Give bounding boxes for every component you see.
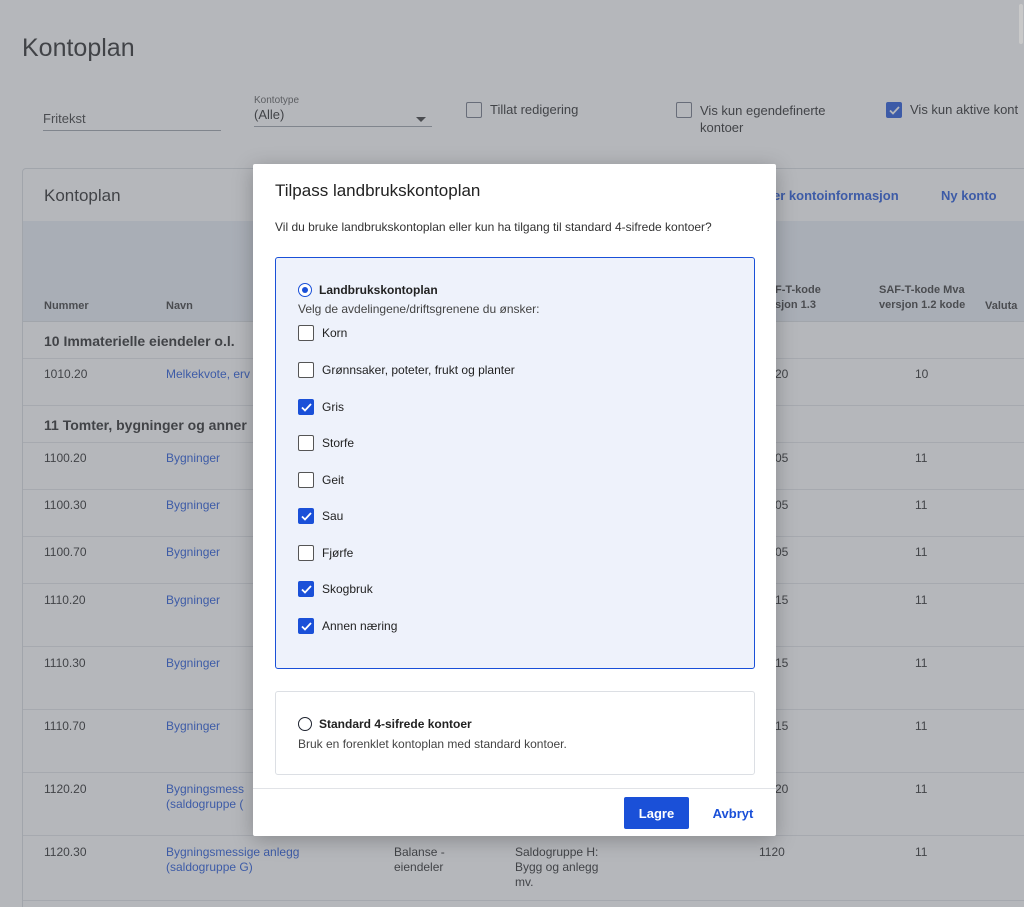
checkbox-label: Grønnsaker, poteter, frukt og planter xyxy=(322,363,515,377)
checkbox-icon xyxy=(298,545,314,561)
checkbox-icon xyxy=(298,435,314,451)
checkbox-label: Korn xyxy=(322,326,348,340)
radio-icon[interactable] xyxy=(298,283,312,297)
landbruk-dialog: Tilpass landbrukskontoplan Vil du bruke … xyxy=(253,164,776,836)
scrollbar-thumb[interactable] xyxy=(1019,4,1023,44)
dialog-description: Vil du bruke landbrukskontoplan eller ku… xyxy=(275,220,712,234)
checkbox-skogbruk[interactable]: Skogbruk xyxy=(298,581,373,597)
checkbox-gronnsaker[interactable]: Grønnsaker, poteter, frukt og planter xyxy=(298,362,515,378)
cancel-button[interactable]: Avbryt xyxy=(703,797,763,829)
checkbox-korn[interactable]: Korn xyxy=(298,325,347,341)
checkbox-icon xyxy=(298,325,314,341)
checkbox-label: Sau xyxy=(322,509,344,523)
option2-subtitle: Bruk en forenklet kontoplan med standard… xyxy=(298,737,567,751)
checkbox-annen-naering[interactable]: Annen næring xyxy=(298,618,397,634)
checkbox-label: Skogbruk xyxy=(322,582,373,596)
checkbox-label: Storfe xyxy=(322,436,355,450)
radio-dot xyxy=(301,286,308,293)
checkbox-label: Geit xyxy=(322,473,345,487)
checkbox-icon xyxy=(298,362,314,378)
option-landbrukskontoplan[interactable]: Landbrukskontoplan Velg de avdelingene/d… xyxy=(275,257,755,669)
check-icon xyxy=(298,508,314,524)
option1-title: Landbrukskontoplan xyxy=(319,283,438,297)
checkbox-icon xyxy=(298,472,314,488)
checkbox-label: Fjørfe xyxy=(322,546,354,560)
checkbox-geit[interactable]: Geit xyxy=(298,472,344,488)
check-icon xyxy=(298,581,314,597)
checkbox-sau[interactable]: Sau xyxy=(298,508,343,524)
checkbox-label: Annen næring xyxy=(322,619,398,633)
save-button[interactable]: Lagre xyxy=(624,797,689,829)
option2-title: Standard 4-sifrede kontoer xyxy=(319,717,472,731)
check-icon xyxy=(298,399,314,415)
dialog-title: Tilpass landbrukskontoplan xyxy=(275,181,481,200)
checkbox-storfe[interactable]: Storfe xyxy=(298,435,354,451)
checkbox-label: Gris xyxy=(322,400,344,414)
option1-subtitle: Velg de avdelingene/driftsgrenene du øns… xyxy=(298,302,540,316)
checkbox-fjorfe[interactable]: Fjørfe xyxy=(298,545,353,561)
radio-icon[interactable] xyxy=(298,717,312,731)
option-standard-kontoer[interactable]: Standard 4-sifrede kontoer Bruk en foren… xyxy=(275,691,755,775)
dialog-footer-divider xyxy=(253,788,776,789)
checkbox-gris[interactable]: Gris xyxy=(298,399,344,415)
check-icon xyxy=(298,618,314,634)
scrollbar[interactable] xyxy=(1018,0,1024,907)
